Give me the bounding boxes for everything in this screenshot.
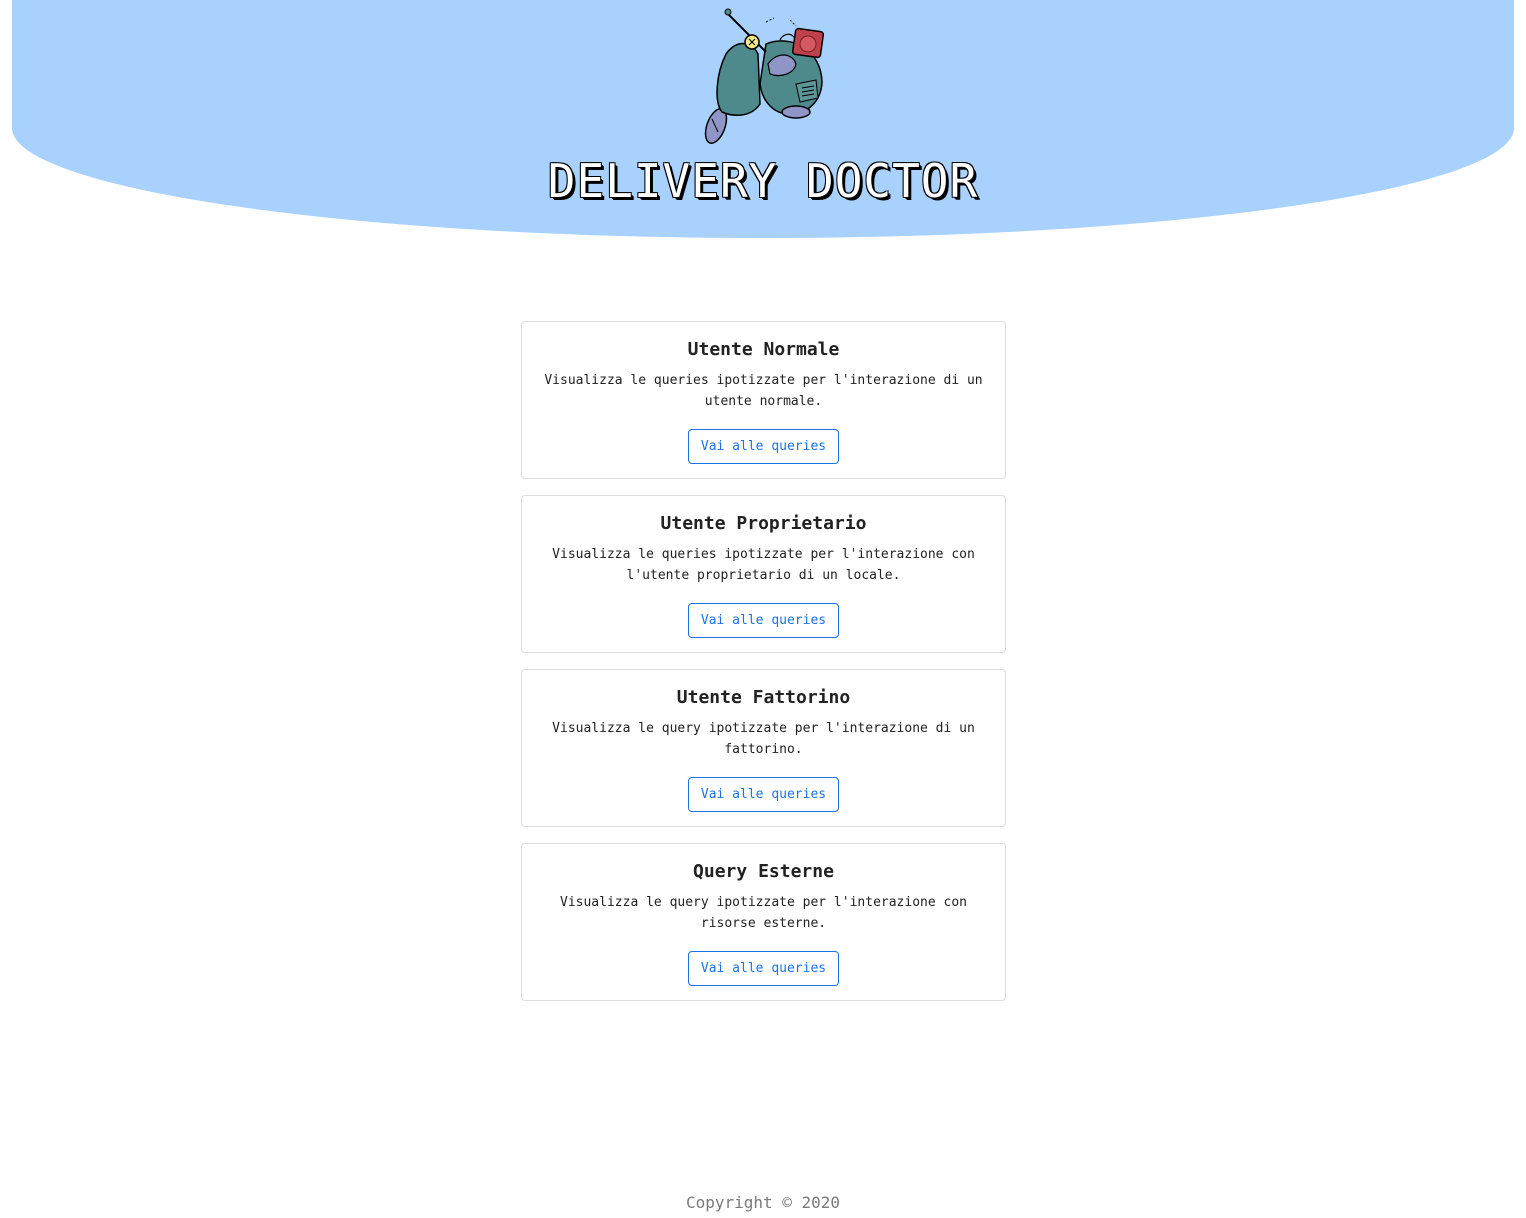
card-query-esterne: Query Esterne Visualizza le query ipotiz… (521, 843, 1006, 1001)
delivery-scooter-icon (704, 8, 825, 144)
footer-copyright: Copyright © 2020 (685, 1193, 841, 1212)
card-description: Visualizza le queries ipotizzate per l'i… (552, 547, 975, 583)
site-title: DELIVERY DOCTOR (547, 154, 979, 208)
card-utente-normale: Utente Normale Visualizza le queries ipo… (521, 321, 1006, 479)
card-title: Utente Proprietario (660, 513, 867, 534)
vai-alle-queries-button[interactable]: Vai alle queries (687, 951, 840, 986)
card-title: Utente Normale (687, 339, 840, 360)
card-utente-fattorino: Utente Fattorino Visualizza le query ipo… (521, 669, 1006, 827)
vai-alle-queries-button[interactable]: Vai alle queries (687, 603, 840, 638)
vai-alle-queries-button[interactable]: Vai alle queries (687, 777, 840, 812)
card-list: Utente Normale Visualizza le queries ipo… (521, 321, 1006, 1017)
card-title: Utente Fattorino (676, 687, 851, 708)
vai-alle-queries-button[interactable]: Vai alle queries (687, 429, 840, 464)
card-utente-proprietario: Utente Proprietario Visualizza le querie… (521, 495, 1006, 653)
card-description: Visualizza le queries ipotizzate per l'i… (544, 373, 983, 409)
card-description: Visualizza le query ipotizzate per l'int… (560, 895, 967, 931)
card-description: Visualizza le query ipotizzate per l'int… (552, 721, 975, 757)
card-title: Query Esterne (693, 861, 834, 882)
